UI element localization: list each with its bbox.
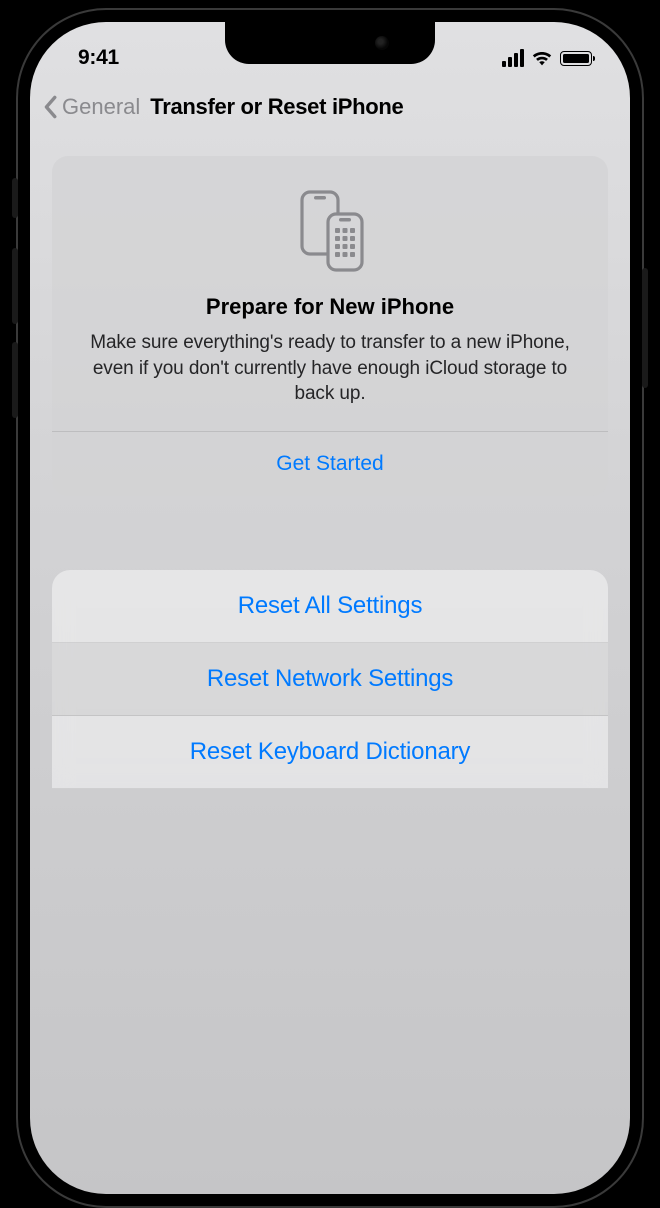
- back-button[interactable]: General: [62, 94, 140, 120]
- volume-up-button[interactable]: [12, 248, 18, 324]
- prepare-title: Prepare for New iPhone: [78, 294, 582, 320]
- prepare-description: Make sure everything's ready to transfer…: [78, 330, 582, 407]
- page-title: Transfer or Reset iPhone: [150, 94, 403, 120]
- chevron-left-icon[interactable]: [42, 95, 58, 119]
- phone-frame: 9:41 General Transfer or Reset: [16, 8, 644, 1208]
- reset-keyboard-dictionary-button[interactable]: Reset Keyboard Dictionary: [52, 716, 608, 789]
- notch: [225, 22, 435, 64]
- wifi-icon: [531, 49, 553, 67]
- reset-options-sheet: Reset All Settings Reset Network Setting…: [52, 570, 608, 789]
- volume-down-button[interactable]: [12, 342, 18, 418]
- battery-icon: [560, 51, 592, 66]
- reset-all-settings-button[interactable]: Reset All Settings: [52, 570, 608, 643]
- screen: 9:41 General Transfer or Reset: [30, 22, 630, 1194]
- transfer-devices-icon: [78, 184, 582, 276]
- status-icons: [502, 49, 592, 67]
- cellular-icon: [502, 49, 524, 67]
- reset-network-settings-button[interactable]: Reset Network Settings: [52, 643, 608, 716]
- silence-switch[interactable]: [12, 178, 18, 218]
- status-time: 9:41: [78, 46, 119, 70]
- content-area: Prepare for New iPhone Make sure everyth…: [30, 136, 630, 809]
- nav-bar: General Transfer or Reset iPhone: [30, 82, 630, 136]
- power-button[interactable]: [642, 268, 648, 388]
- prepare-body: Prepare for New iPhone Make sure everyth…: [52, 156, 608, 431]
- prepare-card: Prepare for New iPhone Make sure everyth…: [52, 156, 608, 496]
- get-started-button[interactable]: Get Started: [52, 432, 608, 496]
